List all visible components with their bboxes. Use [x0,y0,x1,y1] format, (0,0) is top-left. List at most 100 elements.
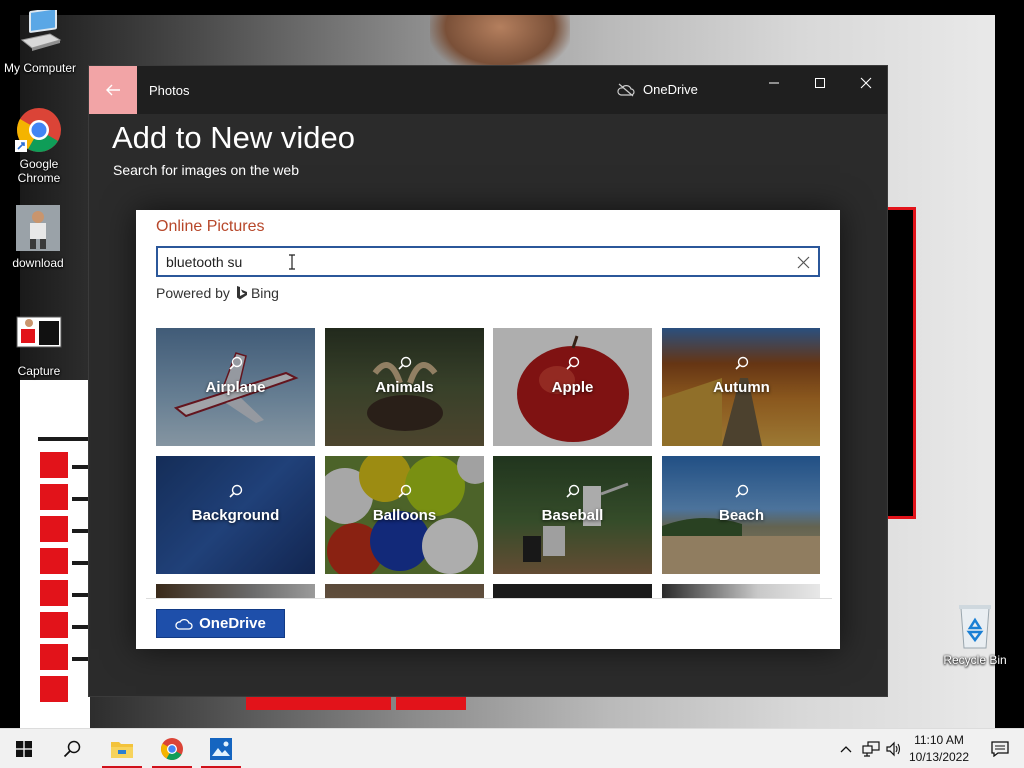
chevron-up-icon [840,746,852,753]
desktop-icon-capture[interactable]: Capture [0,313,79,378]
volume-icon [886,741,901,757]
onedrive-status[interactable]: OneDrive [617,82,698,97]
desktop-icon-my-computer[interactable]: My Computer [0,7,80,75]
desktop-icon-recycle-bin[interactable]: Recycle Bin [935,602,1015,667]
wallpaper-tick [72,657,88,661]
search-icon [229,356,243,370]
taskbar: 11:10 AM 10/13/2022 [0,728,1024,768]
category-tile[interactable] [325,584,484,598]
tile-label: Background [191,507,280,524]
cloud-icon [175,618,193,630]
minimize-button[interactable] [751,66,797,100]
action-center-button[interactable] [976,729,1024,768]
page-subtitle: Search for images on the web [113,162,299,178]
title-bar: Photos OneDrive [89,66,887,114]
category-tile[interactable] [156,584,315,598]
cloud-off-icon [617,83,635,96]
wallpaper-bar [40,516,68,542]
category-tile-animals[interactable]: Animals [325,328,484,446]
search-input[interactable] [166,248,766,275]
photos-icon [210,738,232,760]
search-icon [229,484,243,498]
search-icon [398,356,412,370]
maximize-icon [815,78,825,88]
network-button[interactable] [858,729,884,768]
dialog-title: Online Pictures [156,218,265,235]
chrome-icon [161,738,183,760]
bing-label: Bing [250,285,279,301]
recycle-bin-icon [951,602,999,650]
powered-by-label: Powered by [156,285,230,301]
wallpaper-tick [72,497,88,501]
desktop-icon-label: download [12,256,64,270]
tile-label: Autumn [713,379,770,396]
desktop-icon-label: Recycle Bin [943,653,1007,667]
volume-button[interactable] [882,729,906,768]
category-grid: Airplane Animals Apple Autumn Background… [156,328,820,598]
search-box[interactable] [156,246,820,277]
folder-icon [111,742,133,758]
text-cursor-icon [289,254,295,270]
wallpaper-bar [40,644,68,670]
onedrive-button[interactable]: OneDrive [156,609,285,638]
maximize-button[interactable] [797,66,843,100]
minimize-icon [769,82,779,84]
category-tile-beach[interactable]: Beach [662,456,820,574]
search-button[interactable] [48,729,96,768]
desktop-icon-label: My Computer [3,61,77,75]
category-tile[interactable] [493,584,652,598]
tile-label: Beach [718,507,765,524]
back-button[interactable] [89,66,137,114]
close-icon [797,256,809,268]
search-icon [566,484,580,498]
app-name: Photos [149,83,190,98]
taskbar-file-explorer[interactable] [98,729,146,768]
desktop-icon-google-chrome[interactable]: Google Chrome [0,106,79,185]
close-button[interactable] [843,66,889,100]
category-tile-apple[interactable]: Apple [493,328,652,446]
wallpaper-tick [38,437,88,441]
search-icon [398,484,412,498]
category-tile-background[interactable]: Background [156,456,315,574]
clear-search-button[interactable] [794,253,812,271]
wallpaper-bar [40,580,68,606]
wallpaper-bar [40,452,68,478]
wallpaper-tick [72,529,88,533]
tile-label: Balloons [372,507,437,524]
wallpaper-tick [72,593,88,597]
arrow-left-icon [106,84,120,96]
taskbar-chrome[interactable] [148,729,196,768]
category-tile-airplane[interactable]: Airplane [156,328,315,446]
start-button[interactable] [0,729,48,768]
image-file-icon [15,313,63,361]
desktop-icon-label: Google Chrome [17,157,61,185]
show-hidden-icons-button[interactable] [834,729,858,768]
online-pictures-dialog: Online Pictures Powered by Bing [136,210,840,649]
computer-icon [16,7,64,58]
category-tile-baseball[interactable]: Baseball [493,456,652,574]
category-tile-balloons[interactable]: Balloons [325,456,484,574]
clock[interactable]: 11:10 AM 10/13/2022 [906,732,972,766]
search-icon [735,356,749,370]
search-icon [566,356,580,370]
search-icon [735,484,749,498]
taskbar-photos[interactable] [197,729,245,768]
wallpaper-tick [72,561,88,565]
onedrive-label: OneDrive [643,82,698,97]
category-tile-autumn[interactable]: Autumn [662,328,820,446]
bing-logo: Bing [236,285,279,301]
tile-label: Animals [375,379,434,396]
wallpaper-tick [72,465,88,469]
clock-date: 10/13/2022 [908,750,970,764]
windows-logo-icon [16,741,32,757]
tile-label: Baseball [541,507,604,524]
wallpaper-bar [40,612,68,638]
desktop-icon-download[interactable]: download [0,205,78,270]
category-tile[interactable] [662,584,820,598]
page-title: Add to New video [112,120,355,155]
image-file-icon [14,205,62,253]
wallpaper-bar [246,696,391,710]
wallpaper-bar [40,676,68,702]
tile-label: Apple [551,379,594,396]
desktop-icon-label: Capture [17,364,61,378]
